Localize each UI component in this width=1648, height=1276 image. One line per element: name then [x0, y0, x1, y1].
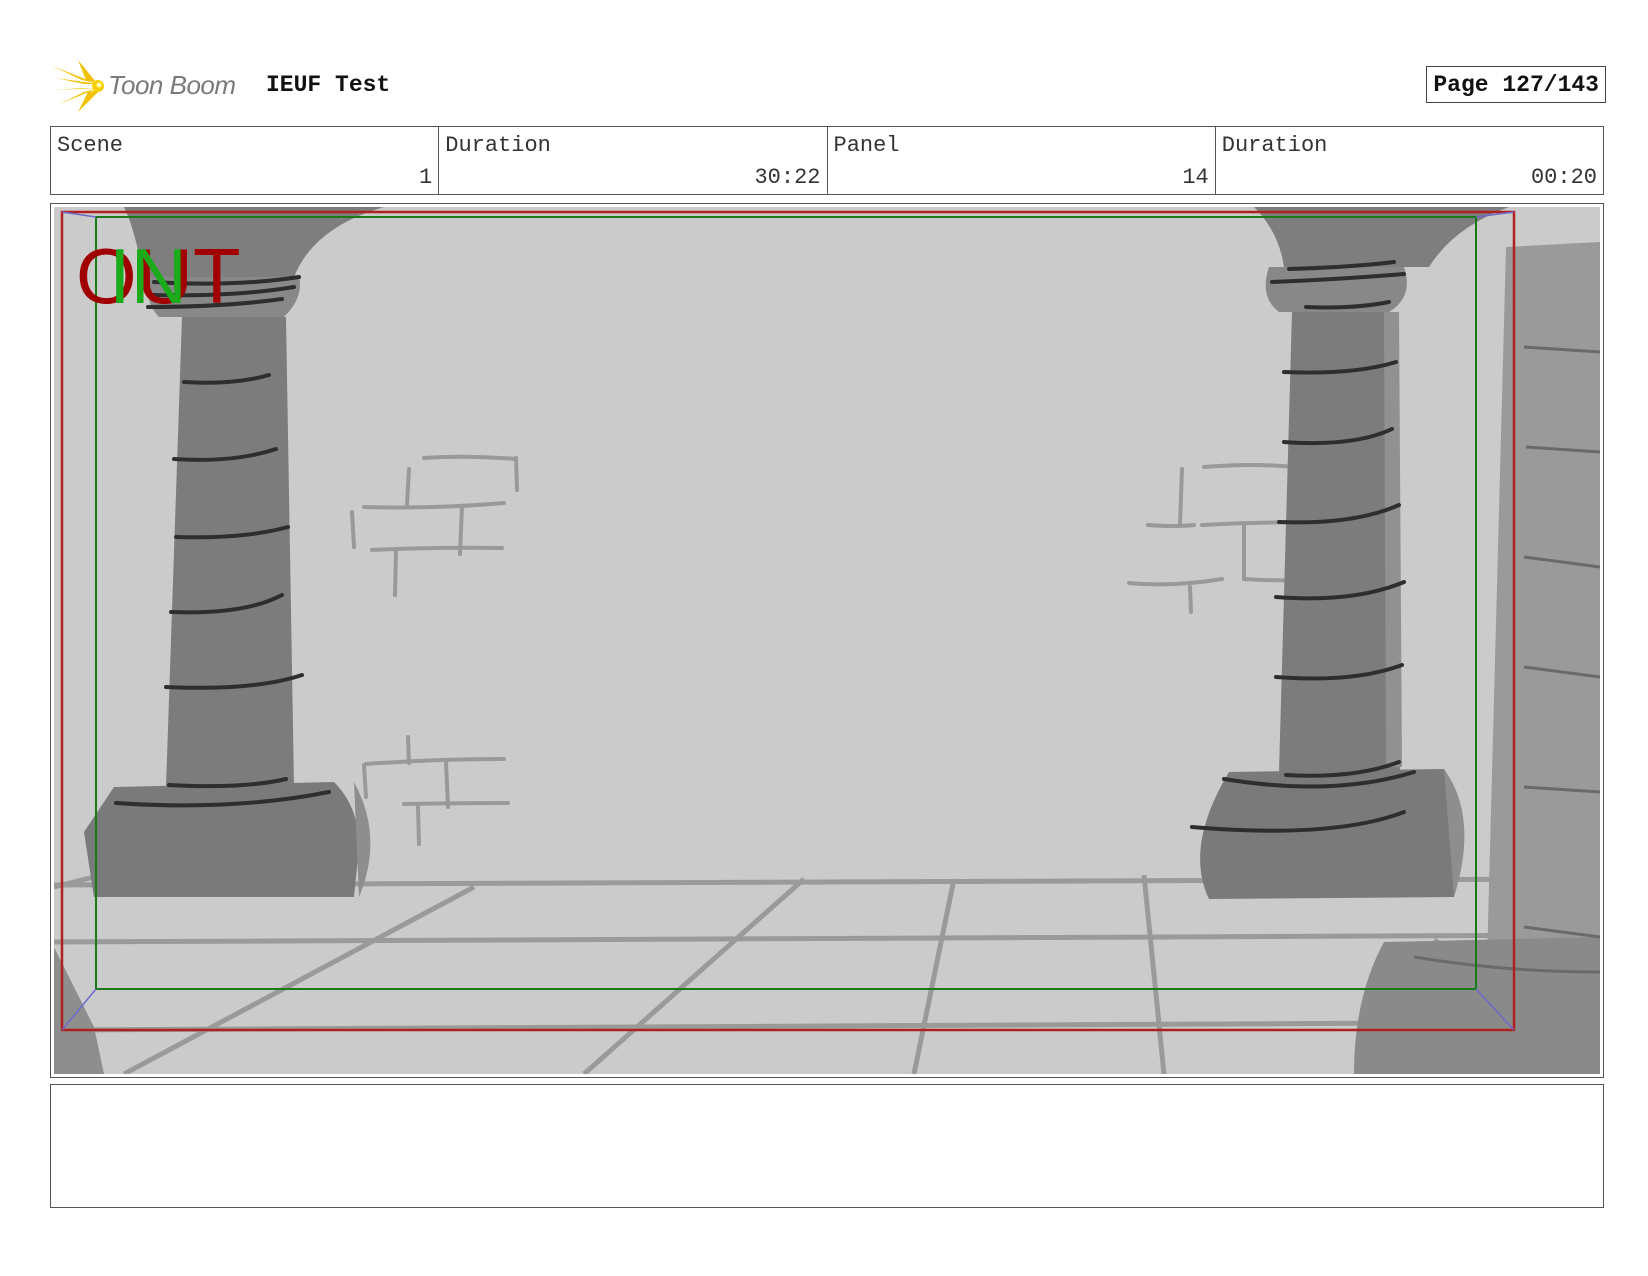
scene-info-table: Scene 1 Duration 30:22 Panel 14 Duration…: [50, 126, 1604, 195]
page-header: Toon Boom IEUF Test Page 127/143: [52, 58, 1606, 114]
project-title: IEUF Test: [266, 72, 391, 98]
scene-duration-label: Duration: [445, 133, 551, 158]
panel-label: Panel: [833, 133, 900, 158]
toon-boom-logo: Toon Boom: [52, 60, 252, 112]
panel-cell: Panel 14: [828, 127, 1216, 194]
scene-cell: Scene 1: [51, 127, 440, 194]
panel-duration-value: 00:20: [1530, 165, 1597, 190]
starburst-icon: [52, 60, 104, 112]
scene-value: 1: [419, 165, 433, 190]
panel-value: 14: [1182, 165, 1209, 190]
panel-duration-cell: Duration 00:20: [1216, 127, 1603, 194]
scene-duration-cell: Duration 30:22: [439, 127, 828, 194]
in-marker: IN: [109, 232, 187, 320]
panel-notes-box[interactable]: [50, 1084, 1604, 1208]
panel-duration-label: Duration: [1221, 133, 1328, 158]
page-number: Page 127/143: [1426, 66, 1606, 103]
logo-wordmark: Toon Boom: [108, 70, 236, 100]
storyboard-panel: OUT IN: [50, 203, 1604, 1078]
scene-label: Scene: [57, 133, 124, 158]
panel-drawing: OUT IN: [54, 207, 1600, 1074]
scene-duration-value: 30:22: [754, 165, 821, 190]
